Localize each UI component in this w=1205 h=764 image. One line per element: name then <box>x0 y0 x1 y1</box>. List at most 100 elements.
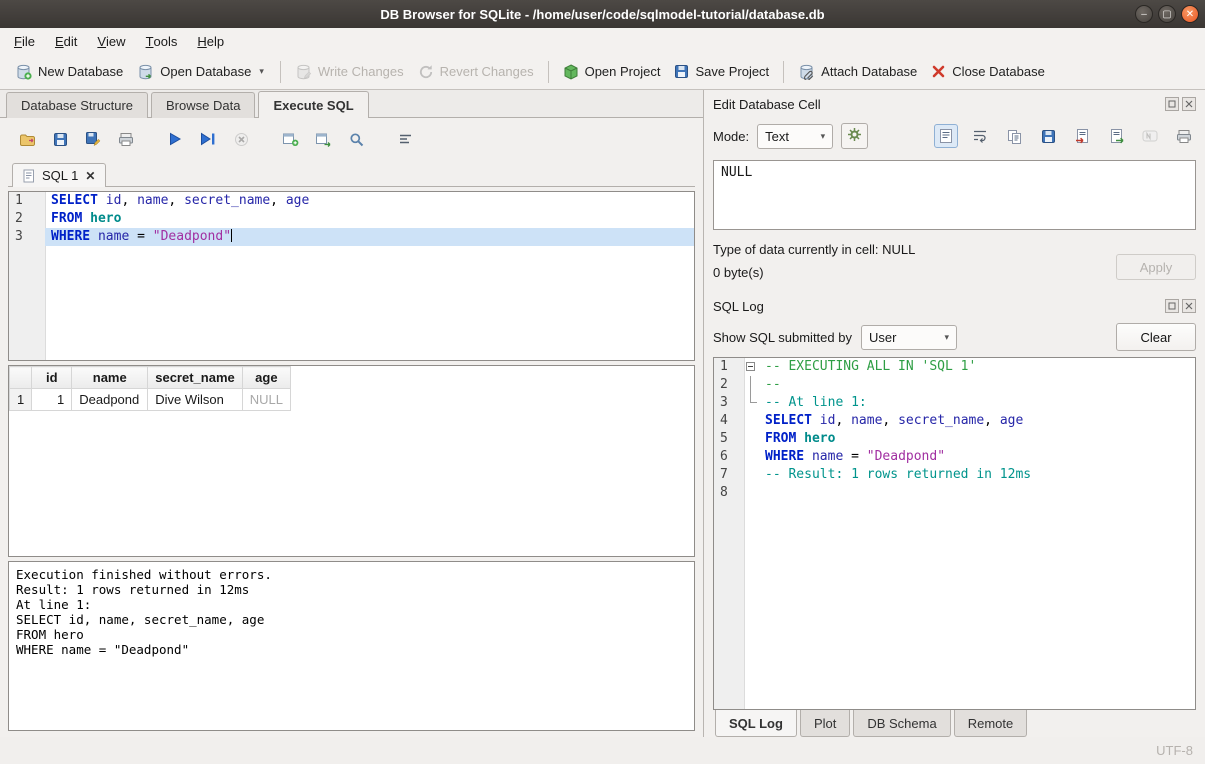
copy-icon <box>1007 129 1022 144</box>
save-results-button[interactable] <box>80 127 106 151</box>
menu-help[interactable]: Help <box>187 28 234 54</box>
code-line: 7 -- Result: 1 rows returned in 12ms <box>714 466 1195 484</box>
table-row: 11DeadpondDive WilsonNULL <box>10 389 291 411</box>
sql-editor[interactable]: 1SELECT id, name, secret_name, age2FROM … <box>8 191 695 361</box>
copy-button[interactable] <box>1002 124 1026 148</box>
main-toolbar: New Database Open Database▾ Write Changes R… <box>0 54 1205 90</box>
import-cell-button[interactable] <box>1070 124 1094 148</box>
fold-marker[interactable] <box>744 394 759 412</box>
cell-secret-name[interactable]: Dive Wilson <box>148 389 243 411</box>
tab-browse-data[interactable]: Browse Data <box>151 92 255 118</box>
dock-tab-db-schema[interactable]: DB Schema <box>853 710 950 737</box>
fold-marker[interactable] <box>744 376 759 394</box>
word-wrap-icon <box>972 129 988 143</box>
print-cell-button[interactable] <box>1172 124 1196 148</box>
auto-mode-button[interactable] <box>841 123 868 149</box>
sql-log-view[interactable]: 1-- EXECUTING ALL IN 'SQL 1'2--3-- At li… <box>713 357 1196 710</box>
cell-id[interactable]: 1 <box>32 389 72 411</box>
token: FROM <box>51 211 82 226</box>
token <box>98 193 106 208</box>
line-number: 7 <box>714 466 744 484</box>
open-sql-file-icon <box>19 132 36 147</box>
code-line: 5FROM hero <box>714 430 1195 448</box>
token: WHERE <box>765 449 804 464</box>
menu-tools[interactable]: Tools <box>136 28 188 54</box>
export-cell-icon <box>1109 128 1124 144</box>
chevron-down-icon: ▾ <box>821 131 826 142</box>
word-wrap-button[interactable] <box>968 124 992 148</box>
close-sql-log-icon[interactable] <box>1182 299 1196 313</box>
float-sql-log-icon[interactable] <box>1165 299 1179 313</box>
open-project-button[interactable]: Open Project <box>556 59 668 85</box>
find-replace-button[interactable] <box>343 127 369 151</box>
fold-marker[interactable] <box>744 358 759 376</box>
token: , <box>270 193 286 208</box>
menu-edit[interactable]: Edit <box>45 28 87 54</box>
save-project-button[interactable]: Save Project <box>667 59 776 84</box>
encoding-indicator[interactable]: UTF-8 <box>1156 743 1193 758</box>
close-database-button[interactable]: Close Database <box>924 59 1052 84</box>
close-tab-icon[interactable]: ✕ <box>85 169 95 183</box>
float-edit-cell-icon[interactable] <box>1165 97 1179 111</box>
cell-content-editor[interactable]: NULL <box>713 160 1196 230</box>
column-header-age[interactable]: age <box>242 367 290 389</box>
token: FROM <box>765 431 796 446</box>
minimize-button[interactable]: – <box>1135 5 1153 23</box>
line-text: FROM hero <box>759 430 1195 448</box>
tab-database-structure[interactable]: Database Structure <box>6 92 148 118</box>
open-database-button[interactable]: Open Database▾ <box>130 59 273 85</box>
token: -- Result: 1 rows returned in 12ms <box>765 467 1031 482</box>
close-edit-cell-icon[interactable] <box>1182 97 1196 111</box>
titlebar: DB Browser for SQLite - /home/user/code/… <box>0 0 1205 28</box>
export-cell-button[interactable] <box>1104 124 1128 148</box>
format-sql-button[interactable] <box>392 127 418 151</box>
open-database-dropdown-arrow[interactable]: ▾ <box>257 66 266 77</box>
dock-tab-remote[interactable]: Remote <box>954 710 1028 737</box>
execution-message: Execution finished without errors.Result… <box>8 561 695 731</box>
open-window-button[interactable] <box>310 127 336 151</box>
text-view-button[interactable] <box>934 124 958 148</box>
toolbar-button-label: Revert Changes <box>440 64 534 79</box>
attach-database-button[interactable]: Attach Database <box>791 59 924 85</box>
mode-select[interactable]: Text ▾ <box>757 124 833 149</box>
message-line: FROM hero <box>16 627 687 642</box>
project-save-icon <box>674 64 689 79</box>
column-header-id[interactable]: id <box>32 367 72 389</box>
toolbar-button-label: Write Changes <box>318 64 404 79</box>
dock-tab-plot[interactable]: Plot <box>800 710 850 737</box>
token: name <box>812 449 843 464</box>
open-sql-file-button[interactable] <box>14 127 40 151</box>
menu-file[interactable]: File <box>4 28 45 54</box>
execute-line-button[interactable] <box>195 127 221 151</box>
token: , <box>121 193 137 208</box>
sql-tab-sql-1[interactable]: SQL 1✕ <box>12 163 106 187</box>
submitted-by-value: User <box>869 330 896 345</box>
db-write-icon <box>295 64 312 80</box>
results-grid[interactable]: idnamesecret_nameage11DeadpondDive Wilso… <box>8 365 695 557</box>
submitted-by-select[interactable]: User ▾ <box>861 325 957 350</box>
column-header-secret-name[interactable]: secret_name <box>148 367 243 389</box>
tab-execute-sql[interactable]: Execute SQL <box>258 91 368 118</box>
toolbar-button-label: New Database <box>38 64 123 79</box>
token: , <box>168 193 184 208</box>
code-line: 2-- <box>714 376 1195 394</box>
clear-log-button[interactable]: Clear <box>1116 323 1196 351</box>
cell-name[interactable]: Deadpond <box>72 389 148 411</box>
fold-gutter <box>744 430 759 448</box>
execute-all-button[interactable] <box>162 127 188 151</box>
dock-tab-sql-log[interactable]: SQL Log <box>715 710 797 737</box>
cell-info: Type of data currently in cell: NULL 0 b… <box>713 242 915 280</box>
new-database-button[interactable]: New Database <box>8 59 130 85</box>
close-button[interactable]: ✕ <box>1181 5 1199 23</box>
column-header-name[interactable]: name <box>72 367 148 389</box>
save-sql-file-button[interactable] <box>47 127 73 151</box>
print-button[interactable] <box>113 127 139 151</box>
maximize-button[interactable]: ▢ <box>1158 5 1176 23</box>
cell-age[interactable]: NULL <box>242 389 290 411</box>
set-null-button <box>1138 124 1162 148</box>
sql-tabbar: SQL 1✕ <box>8 159 695 187</box>
save-cell-button[interactable] <box>1036 124 1060 148</box>
menu-view[interactable]: View <box>87 28 135 54</box>
row-number[interactable]: 1 <box>10 389 32 411</box>
new-tab-button[interactable] <box>277 127 303 151</box>
